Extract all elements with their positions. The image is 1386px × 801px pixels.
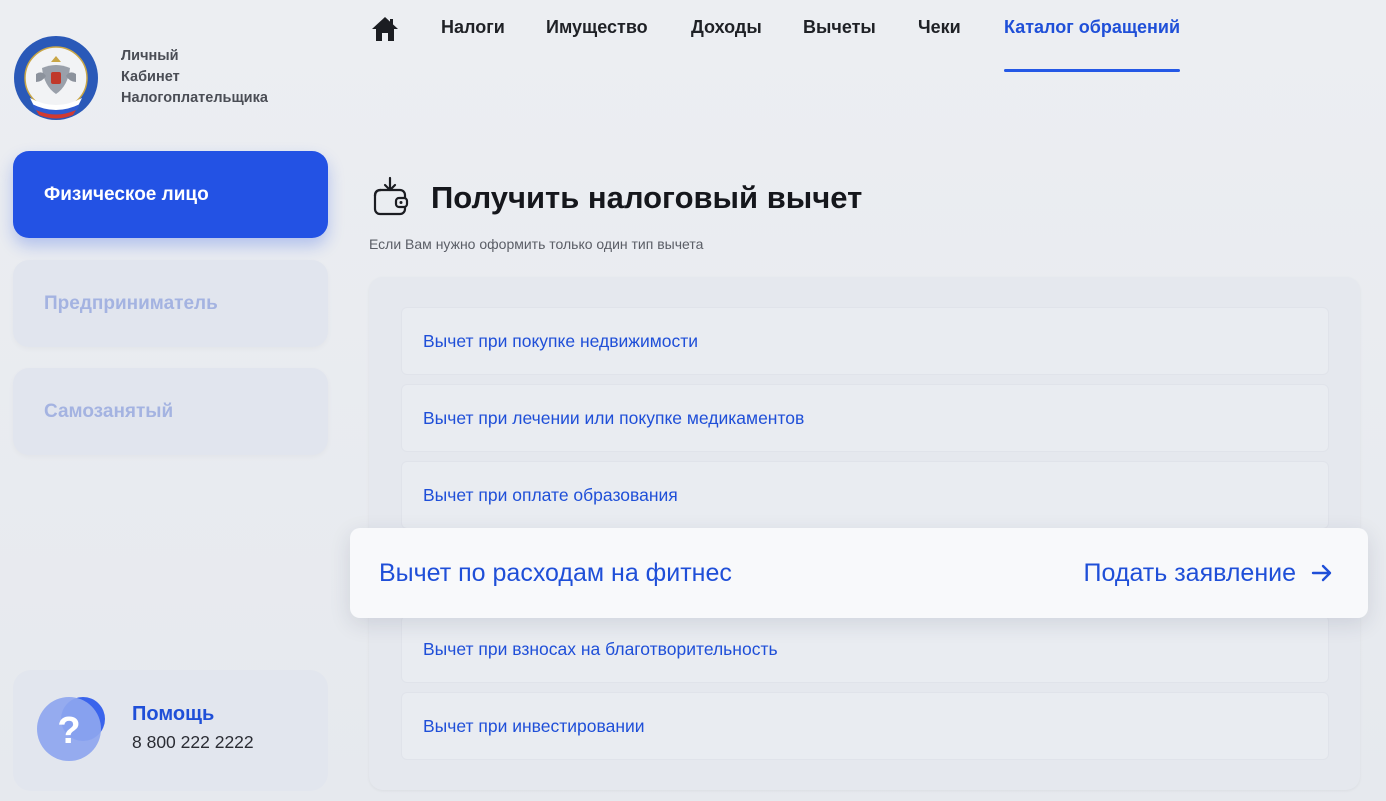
nav-item-receipts[interactable]: Чеки — [918, 17, 961, 38]
help-card[interactable]: ? Помощь 8 800 222 2222 — [13, 670, 328, 791]
deduction-row-charity[interactable]: Вычет при взносах на благотворительность — [401, 615, 1329, 683]
submit-application-button[interactable]: Подать заявление — [1084, 559, 1334, 588]
deduction-row-investment[interactable]: Вычет при инвестировании — [401, 692, 1329, 760]
home-icon[interactable] — [370, 14, 400, 44]
brand-line: Кабинет — [121, 69, 180, 85]
nav-item-income[interactable]: Доходы — [691, 17, 762, 38]
deduction-row-fitness[interactable]: Вычет по расходам на фитнес Подать заявл… — [350, 528, 1368, 618]
nav-item-property[interactable]: Имущество — [546, 17, 648, 38]
deduction-row-real-estate[interactable]: Вычет при покупке недвижимости — [401, 307, 1329, 375]
sidebar-item-individual[interactable]: Физическое лицо — [13, 151, 328, 238]
nav-item-deductions[interactable]: Вычеты — [803, 17, 876, 38]
nav-item-taxes[interactable]: Налоги — [441, 17, 505, 38]
brand-line: Налогоплательщика — [121, 90, 268, 106]
page-title: Получить налоговый вычет — [431, 180, 863, 215]
page: Личный Кабинет Налогоплательщика Налоги … — [0, 0, 1386, 801]
question-icon: ? — [37, 697, 105, 761]
page-subtitle: Если Вам нужно оформить только один тип … — [369, 236, 704, 252]
svg-text:?: ? — [57, 710, 80, 752]
help-phone[interactable]: 8 800 222 2222 — [132, 732, 254, 753]
deduction-row-education[interactable]: Вычет при оплате образования — [401, 461, 1329, 529]
brand-line: Личный — [121, 48, 179, 64]
sidebar-item-self-employed[interactable]: Самозанятый — [13, 368, 328, 455]
help-title: Помощь — [132, 703, 215, 725]
sidebar-item-entrepreneur[interactable]: Предприниматель — [13, 260, 328, 347]
brand-title: Личный Кабинет Налогоплательщика — [121, 46, 268, 109]
arrow-right-icon — [1311, 564, 1332, 582]
fns-emblem-logo[interactable] — [12, 34, 100, 122]
deduction-row-medical[interactable]: Вычет при лечении или покупке медикамент… — [401, 384, 1329, 452]
submit-application-label: Подать заявление — [1083, 558, 1296, 587]
nav-item-request-catalog[interactable]: Каталог обращений — [1004, 17, 1180, 38]
wallet-download-icon — [373, 176, 409, 216]
deduction-row-fitness-label: Вычет по расходам на фитнес — [379, 558, 732, 587]
nav-active-underline — [1004, 69, 1180, 72]
